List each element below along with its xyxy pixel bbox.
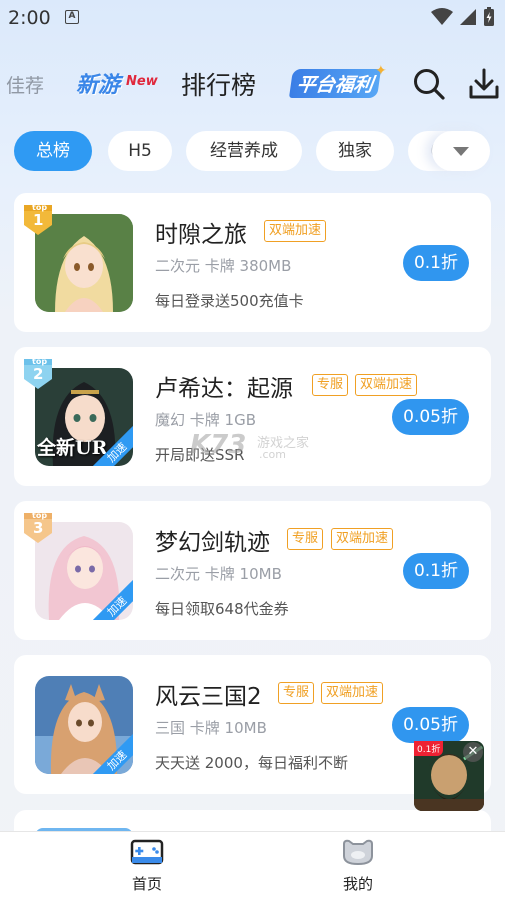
status-bar: 2:00 A	[0, 0, 505, 36]
rank-number: 1	[33, 211, 44, 229]
search-icon[interactable]	[412, 67, 446, 101]
rank-number: 2	[33, 365, 44, 383]
category-tabs: 总榜 H5 经营养成 独家 (	[0, 131, 505, 171]
game-card[interactable]: 全新UR 加速 top 2 卢希达：起源 专服 双端加速 魔幻 卡牌 1GB 开…	[14, 347, 491, 486]
nav-recommend[interactable]: 佳荐	[6, 71, 44, 98]
tab-h5[interactable]: H5	[108, 131, 172, 171]
tab-all-ranking[interactable]: 总榜	[14, 131, 92, 171]
game-meta: 二次元 卡牌 380MB	[155, 257, 292, 275]
signal-icon	[460, 9, 476, 25]
game-title: 时隙之旅	[155, 222, 247, 248]
status-time: 2:00	[8, 7, 51, 29]
game-meta: 魔幻 卡牌 1GB	[155, 411, 256, 429]
tag-dual-accel: 双端加速	[321, 682, 384, 704]
game-desc: 天天送 2000，每日福利不断	[155, 754, 348, 772]
nav-ranking[interactable]: 排行榜	[181, 66, 256, 102]
chevron-down-icon[interactable]	[432, 131, 490, 171]
new-badge: New	[126, 74, 158, 89]
notification-icon: A	[65, 10, 79, 24]
bottom-nav-home[interactable]: 首页	[107, 838, 187, 894]
game-card[interactable]: top 1 时隙之旅 双端加速 二次元 卡牌 380MB 每日登录送500充值卡…	[14, 193, 491, 332]
tab-exclusive[interactable]: 独家	[316, 131, 394, 171]
discount-button[interactable]: 0.05折	[392, 707, 469, 743]
sparkle-icon: ✦	[375, 63, 387, 79]
tag-exclusive-server: 专服	[287, 528, 324, 550]
watermark-logo: K73	[190, 430, 247, 460]
download-icon[interactable]	[467, 67, 501, 101]
status-icons	[431, 7, 495, 27]
game-icon: 加速	[35, 676, 133, 774]
icon-overlay-text: 全新UR	[37, 437, 108, 459]
discount-button[interactable]: 0.1折	[402, 245, 469, 281]
game-title: 卢希达：起源	[155, 376, 293, 402]
bottom-nav-mine[interactable]: 我的	[318, 838, 398, 894]
nav-new-games[interactable]: 新游	[76, 67, 120, 99]
game-desc: 每日登录送500充值卡	[155, 292, 304, 310]
game-card[interactable]: 加速 top 3 梦幻剑轨迹 专服 双端加速 二次元 卡牌 10MB 每日领取6…	[14, 501, 491, 640]
tag-exclusive-server: 专服	[312, 374, 349, 396]
watermark-domain: .com	[259, 448, 286, 461]
floating-ad-tag: 0.1折	[414, 741, 444, 756]
bottom-nav-mine-label: 我的	[342, 875, 373, 893]
nav-welfare[interactable]: 平台福利	[288, 69, 382, 98]
rank-number: 3	[33, 519, 44, 537]
bottom-nav-home-label: 首页	[131, 875, 162, 893]
battery-icon	[484, 7, 494, 26]
game-title: 梦幻剑轨迹	[155, 530, 270, 556]
tab-management[interactable]: 经营养成	[186, 131, 302, 171]
game-meta: 二次元 卡牌 10MB	[155, 565, 282, 583]
tag-dual-accel: 双端加速	[355, 374, 418, 396]
game-desc: 每日领取648代金券	[155, 600, 289, 618]
discount-button[interactable]: 0.1折	[402, 553, 469, 589]
tag-dual-accel: 双端加速	[331, 528, 394, 550]
game-meta: 三国 卡牌 10MB	[155, 719, 267, 737]
gamepad-icon	[130, 839, 164, 865]
profile-icon	[343, 839, 373, 866]
close-icon[interactable]: ✕	[463, 742, 483, 762]
tag-exclusive-server: 专服	[278, 682, 315, 704]
discount-button[interactable]: 0.05折	[392, 399, 469, 435]
wifi-icon	[431, 8, 453, 25]
tag-dual-accel: 双端加速	[264, 220, 327, 242]
game-title: 风云三国2	[155, 684, 262, 710]
bottom-nav: 首页 我的	[0, 831, 505, 897]
top-nav: 佳荐 新游 New 排行榜 平台福利 ✦	[0, 55, 505, 111]
